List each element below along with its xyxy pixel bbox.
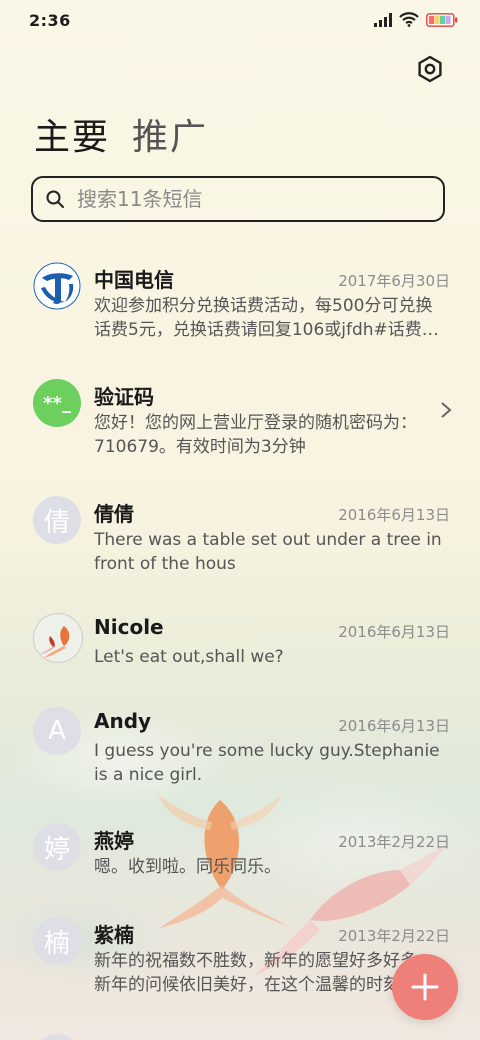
conversation-name: Nicole	[94, 615, 164, 639]
conversation-date: 2016年6月13日	[338, 717, 450, 735]
signal-icon	[374, 12, 392, 27]
plus-icon	[411, 973, 439, 1001]
conversation-item[interactable]: 子玲	[0, 1022, 480, 1040]
conversation-preview: I guess you're some lucky guy.Stephanie …	[94, 741, 440, 785]
battery-icon	[426, 12, 458, 27]
conversation-name: 子玲	[94, 1036, 134, 1040]
conversation-item[interactable]: A Andy 2016年6月13日 I guess you're some lu…	[0, 695, 480, 805]
conversation-name: 燕婷	[94, 829, 134, 853]
conversation-item[interactable]: **_ 验证码 您好！您的网上营业厅登录的随机密码为：710679。有效时间为3…	[0, 367, 480, 477]
search-input[interactable]	[75, 186, 443, 212]
conversation-date: 2016年6月13日	[338, 506, 450, 524]
conversation-preview: There was a table set out under a tree i…	[94, 530, 442, 574]
conversation-date: 2013年2月22日	[338, 927, 450, 945]
goldfish-photo	[33, 613, 83, 663]
china-telecom-logo	[33, 262, 81, 310]
verification-code-avatar: **_	[33, 379, 81, 427]
contact-avatar: 楠	[33, 917, 81, 965]
search-bar[interactable]	[31, 176, 445, 222]
conversation-item[interactable]: 倩 倩倩 2016年6月13日 There was a table set ou…	[0, 484, 480, 594]
status-bar: 2:36	[0, 0, 480, 40]
conversation-date: 2017年6月30日	[338, 272, 450, 290]
chevron-right-icon[interactable]	[440, 401, 452, 419]
conversation-name: 紫楠	[94, 923, 134, 947]
gear-icon[interactable]	[416, 55, 444, 83]
conversation-name: Andy	[94, 709, 152, 733]
contact-avatar: 婷	[33, 823, 81, 871]
contact-avatar: A	[33, 707, 81, 755]
contact-avatar	[33, 1034, 81, 1040]
tab-promotions[interactable]: 推广	[132, 108, 208, 160]
conversation-preview: 您好！您的网上营业厅登录的随机密码为：710679。有效时间为3分钟	[94, 413, 417, 457]
tab-primary[interactable]: 主要	[34, 108, 110, 160]
wifi-icon	[399, 12, 419, 27]
conversation-name: 倩倩	[94, 502, 134, 526]
conversation-name: 中国电信	[94, 268, 174, 292]
search-icon	[46, 190, 64, 208]
conversation-name: 验证码	[94, 385, 154, 409]
status-time: 2:36	[29, 11, 71, 30]
conversation-item[interactable]: 中国电信 2017年6月30日 欢迎参加积分兑换话费活动，每500分可兑换话费5…	[0, 250, 480, 360]
category-tabs: 主要 推广	[34, 108, 208, 160]
conversation-preview: 嗯。收到啦。同乐同乐。	[94, 857, 281, 877]
conversation-date: 2013年2月22日	[338, 833, 450, 851]
conversation-preview: Let's eat out,shall we?	[94, 647, 284, 667]
compose-button[interactable]	[392, 954, 458, 1020]
conversation-date: 2016年6月13日	[338, 623, 450, 641]
conversation-preview: 欢迎参加积分兑换话费活动，每500分可兑换话费5元，兑换话费请回复106或jfd…	[94, 296, 439, 340]
contact-avatar: 倩	[33, 496, 81, 544]
